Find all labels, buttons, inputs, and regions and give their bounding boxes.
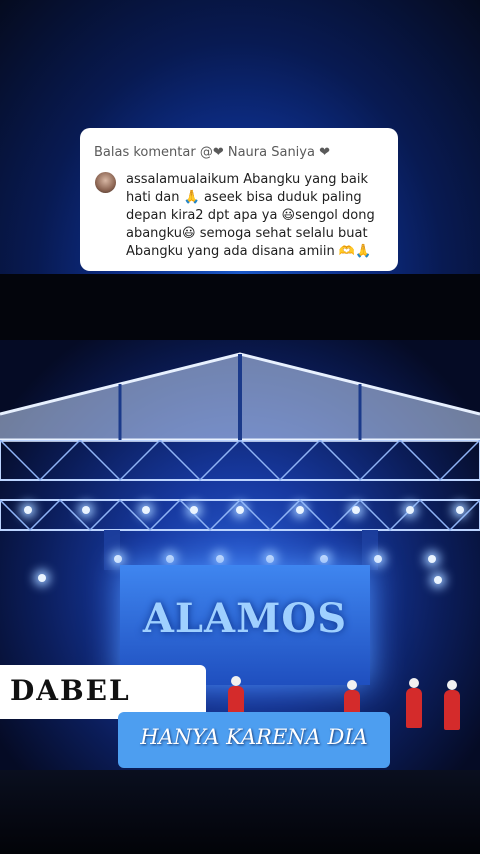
comment-text: assalamualaikum Abangku yang baik hati d… [126, 172, 375, 259]
stage-light [114, 555, 122, 563]
stage-light [166, 555, 174, 563]
led-screen-logo: ALAMOS [142, 595, 348, 642]
stage-light [82, 506, 90, 514]
stage-light [320, 555, 328, 563]
stage-light [142, 506, 150, 514]
stage-light [236, 506, 244, 514]
stage-light [428, 555, 436, 563]
song-title-badge: HANYA KARENA DIA [118, 712, 390, 768]
reply-comment-header: Balas komentar @❤ Naura Saniya ❤ [94, 145, 330, 160]
commenter-avatar [95, 172, 116, 193]
stage-light [296, 506, 304, 514]
stage-light [216, 555, 224, 563]
stage-light [38, 574, 46, 582]
stage-light [190, 506, 198, 514]
stage-light [266, 555, 274, 563]
stage-light [434, 576, 442, 584]
audience-floor [0, 770, 480, 854]
stage-light [24, 506, 32, 514]
artist-name: DABEL [10, 674, 131, 707]
stage-light [352, 506, 360, 514]
lighting-truss [0, 440, 480, 570]
stage-light [374, 555, 382, 563]
reply-comment-card[interactable]: Balas komentar @❤ Naura Saniya ❤ assalam… [80, 128, 398, 271]
song-title: HANYA KARENA DIA [140, 725, 368, 749]
stage-light [456, 506, 464, 514]
stage-roof-truss [0, 352, 480, 442]
stage-light [406, 506, 414, 514]
performer [406, 678, 422, 728]
artist-label: DABEL [0, 665, 206, 719]
performer [444, 680, 460, 730]
